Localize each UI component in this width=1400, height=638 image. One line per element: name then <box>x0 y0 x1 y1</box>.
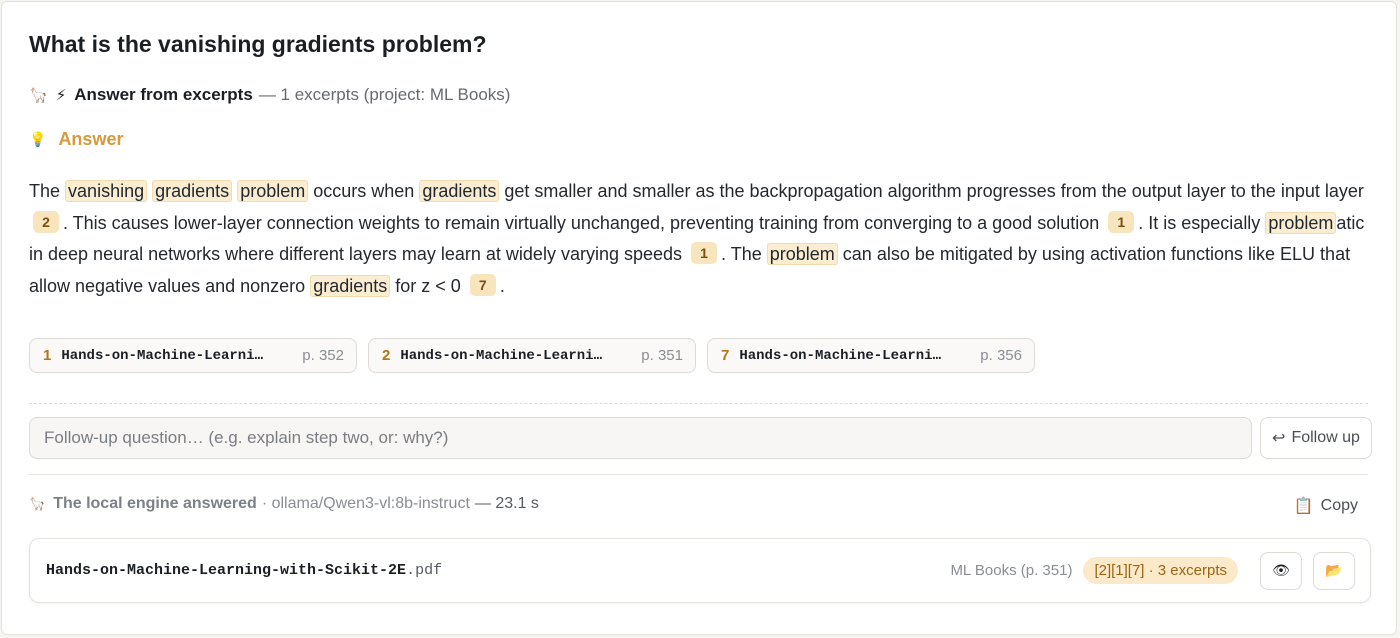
engine-time: — 23.1 s <box>474 495 539 512</box>
source-chips: 1 Hands-on-Machine-Learni… p. 352 2 Hand… <box>29 338 1035 373</box>
answer-text-segment: The <box>29 181 61 201</box>
lightbulb-icon: 💡 <box>29 131 47 147</box>
engine-model: · ollama/Qwen3-vl:8b-instruct <box>261 495 470 512</box>
engine-label: The local engine answered <box>53 495 257 512</box>
answer-text-segment: . The <box>721 244 762 264</box>
engine-info: 🦙 The local engine answered · ollama/Qwe… <box>29 495 539 513</box>
term-highlight: problem <box>1265 211 1337 234</box>
file-meta: ML Books (p. 351) <box>950 562 1073 579</box>
file-basename: Hands-on-Machine-Learning-with-Scikit-2E <box>46 562 407 579</box>
answer-text-segment: get smaller and smaller as the backpropa… <box>504 181 1364 201</box>
followup-bar: ↩ Follow up <box>29 417 1372 459</box>
open-folder-button[interactable]: 📂 <box>1313 551 1355 590</box>
answer-text-segment: . <box>499 275 505 296</box>
clipboard-icon: 📋 <box>1293 498 1314 515</box>
source-chip[interactable]: 7 Hands-on-Machine-Learni… p. 356 <box>707 338 1035 373</box>
lightning-icon: ⚡ <box>55 87 67 104</box>
file-extension: .pdf <box>406 562 443 579</box>
answer-source-label: Answer from excerpts <box>74 85 253 104</box>
term-highlight: gradients <box>310 274 391 297</box>
source-chip-document: Hands-on-Machine-Learni… <box>739 347 941 364</box>
llama-icon: 🦙 <box>29 496 46 511</box>
follow-up-button[interactable]: ↩ Follow up <box>1260 417 1372 459</box>
source-chip[interactable]: 2 Hands-on-Machine-Learni… p. 351 <box>368 338 696 373</box>
answer-text-segment: for z < 0 <box>395 275 461 296</box>
source-chip-page: p. 352 <box>302 347 344 364</box>
preview-button[interactable]: 👁 <box>1260 551 1302 590</box>
question-title: What is the vanishing gradients problem? <box>29 31 487 57</box>
answer-card: What is the vanishing gradients problem?… <box>1 1 1397 635</box>
followup-input[interactable] <box>29 417 1252 459</box>
source-chip-page: p. 356 <box>980 347 1022 364</box>
excerpts-badge: [2][1][7] · 3 excerpts <box>1083 557 1238 584</box>
answer-text-segment: . It is especially <box>1138 212 1261 233</box>
answer-text: The vanishing gradients problem occurs w… <box>29 176 1374 302</box>
answer-text-segment: . This causes lower-layer connection wei… <box>63 212 1100 233</box>
answer-heading: 💡 Answer <box>29 129 123 150</box>
citation-badge[interactable]: 1 <box>691 242 718 264</box>
source-file-row: Hands-on-Machine-Learning-with-Scikit-2E… <box>29 538 1371 603</box>
answer-text-segment: occurs when <box>313 181 415 201</box>
source-chip-document: Hands-on-Machine-Learni… <box>61 347 263 364</box>
file-name: Hands-on-Machine-Learning-with-Scikit-2E… <box>46 562 950 579</box>
llama-icon: 🦙 <box>29 87 48 104</box>
term-highlight: vanishing <box>65 180 148 202</box>
citation-badge[interactable]: 1 <box>1108 210 1135 233</box>
source-chip-number: 2 <box>382 347 391 364</box>
folder-icon: 📂 <box>1325 562 1343 578</box>
citation-badge[interactable]: 7 <box>469 273 496 296</box>
term-highlight: problem <box>237 180 309 202</box>
citation-badge[interactable]: 2 <box>33 210 59 233</box>
source-chip-document: Hands-on-Machine-Learni… <box>400 347 602 364</box>
eye-icon: 👁 <box>1272 562 1290 578</box>
copy-button-label: Copy <box>1320 497 1358 514</box>
term-highlight: gradients <box>419 180 500 202</box>
term-highlight: gradients <box>152 180 233 202</box>
return-arrow-icon: ↩ <box>1272 430 1286 447</box>
source-chip-page: p. 351 <box>641 347 683 364</box>
section-divider <box>29 403 1368 404</box>
answer-source-detail: — 1 excerpts (project: ML Books) <box>258 85 511 104</box>
answer-source-line: 🦙 ⚡ Answer from excerpts — 1 excerpts (p… <box>29 85 510 105</box>
source-chip-number: 7 <box>721 347 730 364</box>
answer-heading-label: Answer <box>58 129 124 149</box>
follow-up-button-label: Follow up <box>1291 429 1360 446</box>
source-chip[interactable]: 1 Hands-on-Machine-Learni… p. 352 <box>29 338 357 373</box>
section-divider <box>29 474 1368 475</box>
term-highlight: problem <box>766 243 838 265</box>
source-chip-number: 1 <box>43 347 52 364</box>
copy-button[interactable]: 📋 Copy <box>1294 496 1358 516</box>
